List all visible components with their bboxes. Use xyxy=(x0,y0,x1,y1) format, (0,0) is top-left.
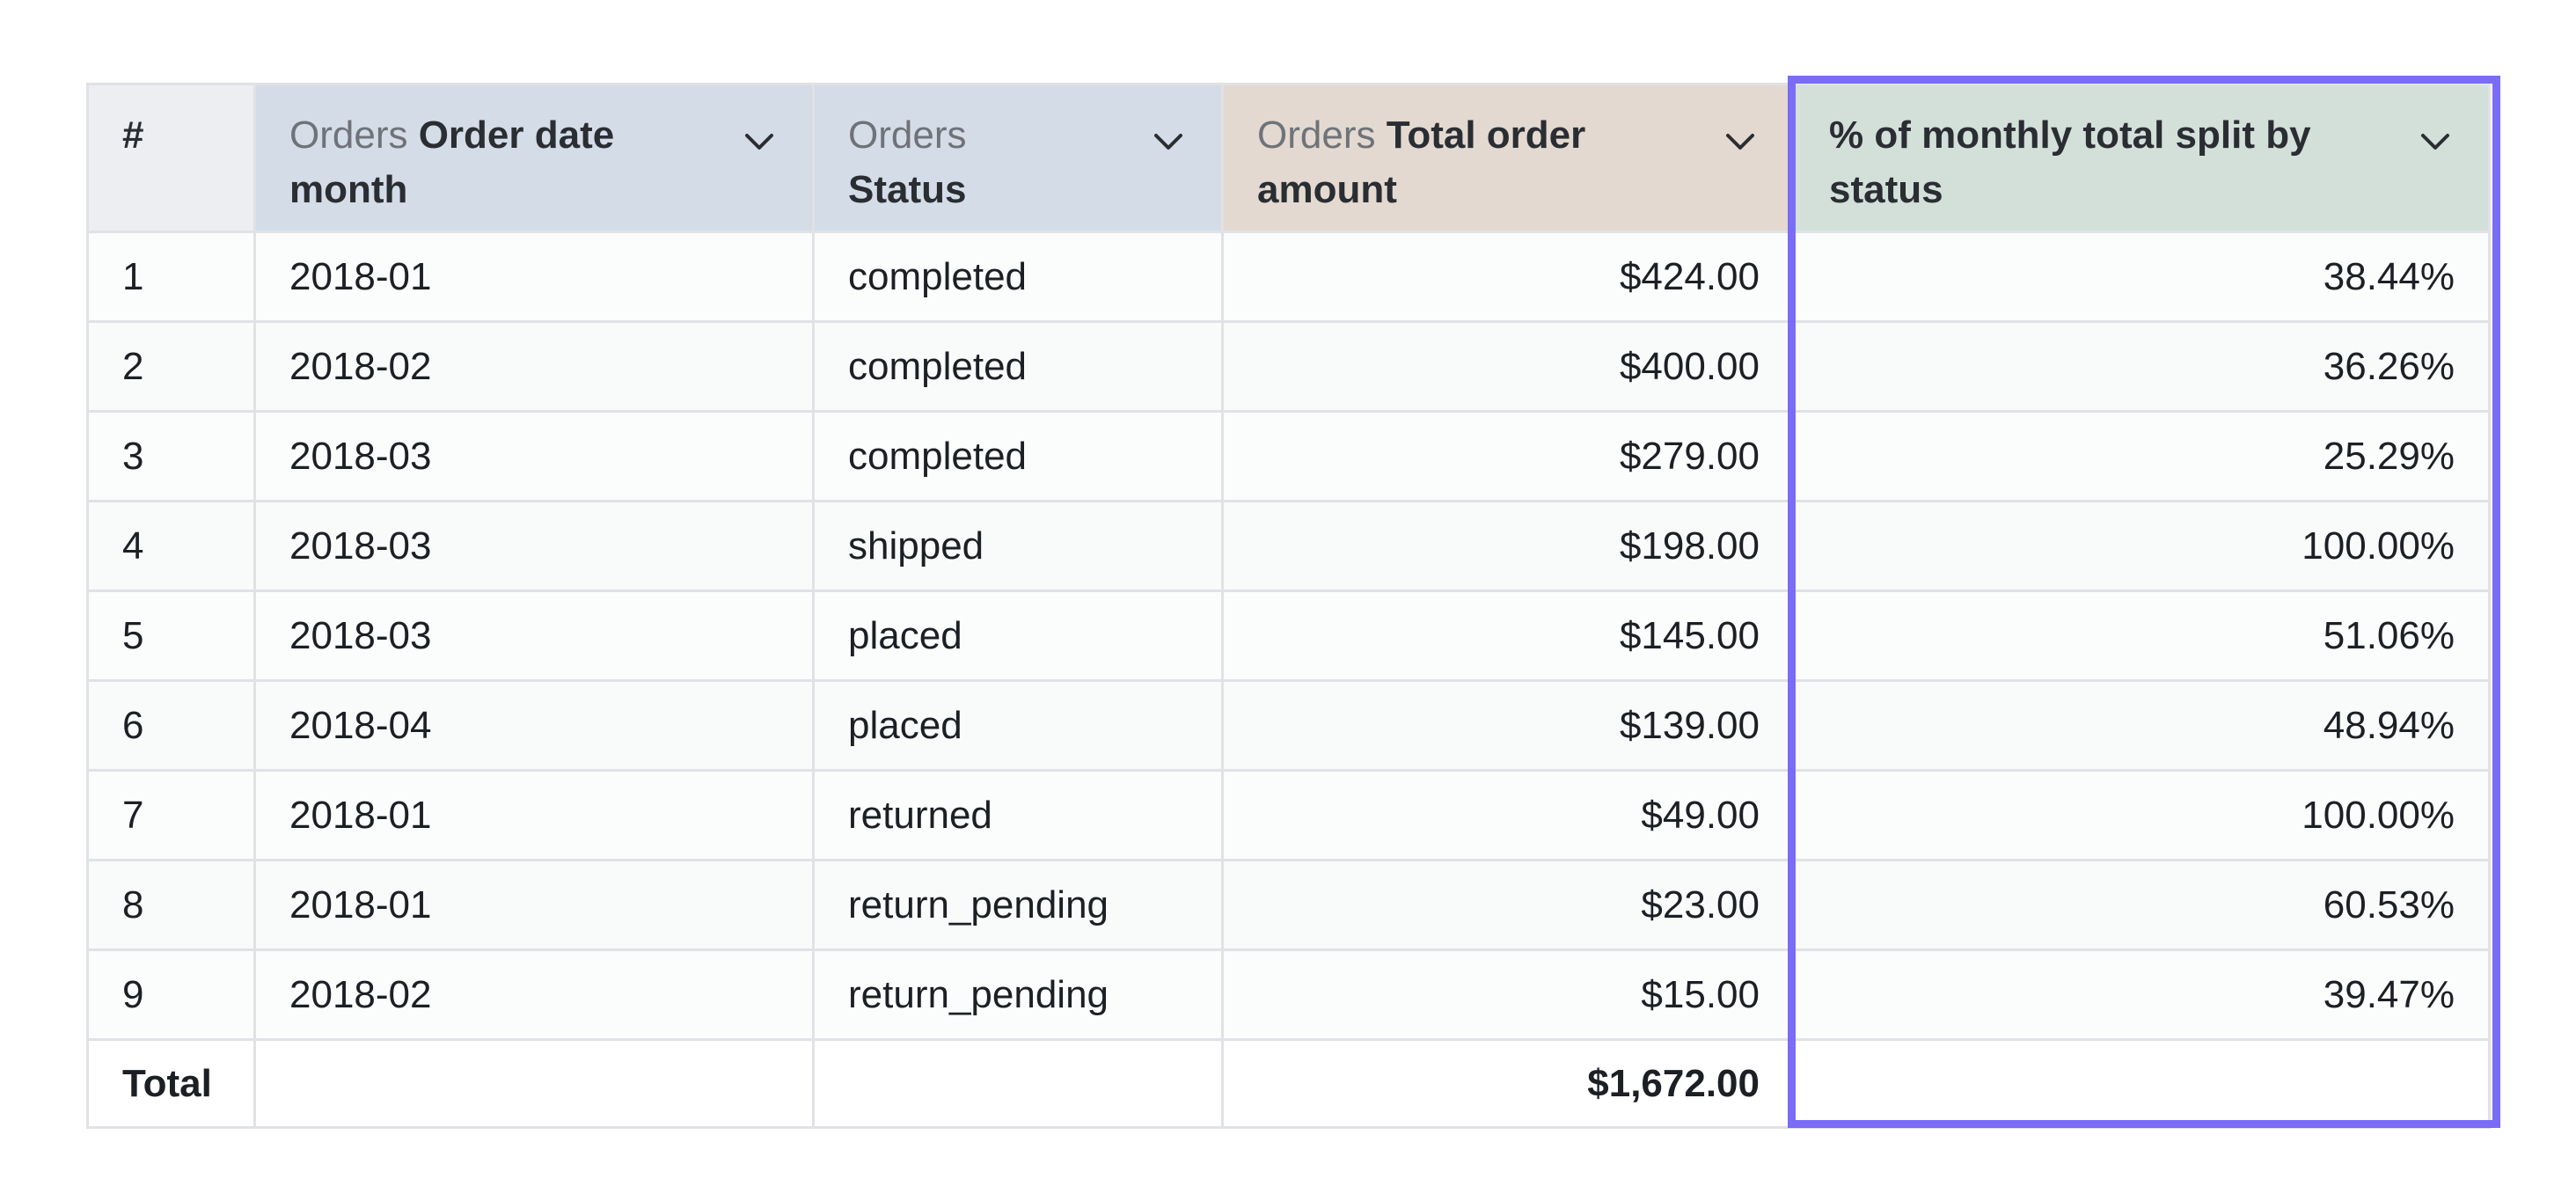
pct-monthly-total-cell[interactable]: 38.44% xyxy=(1793,231,2491,323)
column-header-field-name: Status xyxy=(848,168,967,211)
header-row: # Orders Order date month Orders Status xyxy=(86,83,2491,233)
row-index-cell: 3 xyxy=(86,410,256,502)
pct-monthly-total-cell[interactable]: 51.06% xyxy=(1793,590,2491,682)
order-date-month-cell[interactable]: 2018-03 xyxy=(253,410,815,502)
status-cell[interactable]: return_pending xyxy=(812,948,1224,1041)
column-header-table-name: Orders xyxy=(848,114,967,157)
column-header-table-name: Orders xyxy=(1257,114,1387,157)
order-date-month-cell[interactable]: 2018-01 xyxy=(253,769,815,861)
column-header-order-date-month[interactable]: Orders Order date month xyxy=(253,83,815,233)
table-row: 5 2018-03 placed $145.00 51.06% xyxy=(86,590,2491,682)
row-index-cell: 4 xyxy=(86,500,256,592)
totals-row: Total $1,672.00 xyxy=(86,1038,2491,1129)
total-order-amount-cell[interactable]: $145.00 xyxy=(1221,590,1796,682)
totals-order-amount: $1,672.00 xyxy=(1221,1038,1796,1129)
results-table: # Orders Order date month Orders Status xyxy=(86,83,2491,1129)
row-index-cell: 7 xyxy=(86,769,256,861)
chevron-down-icon[interactable] xyxy=(1151,124,1186,159)
totals-empty-cell xyxy=(812,1038,1224,1129)
pct-monthly-total-cell[interactable]: 48.94% xyxy=(1793,679,2491,772)
table-row: 1 2018-01 completed $424.00 38.44% xyxy=(86,231,2491,323)
column-header-index: # xyxy=(86,83,256,233)
status-cell[interactable]: placed xyxy=(812,679,1224,772)
total-order-amount-cell[interactable]: $139.00 xyxy=(1221,679,1796,772)
chevron-down-icon[interactable] xyxy=(1723,124,1758,159)
chevron-down-icon[interactable] xyxy=(2418,124,2453,159)
total-order-amount-cell[interactable]: $424.00 xyxy=(1221,231,1796,323)
total-order-amount-cell[interactable]: $400.00 xyxy=(1221,320,1796,413)
order-date-month-cell[interactable]: 2018-04 xyxy=(253,679,815,772)
status-cell[interactable]: placed xyxy=(812,590,1224,682)
chevron-down-icon[interactable] xyxy=(742,124,777,159)
table-row: 3 2018-03 completed $279.00 25.29% xyxy=(86,410,2491,502)
status-cell[interactable]: returned xyxy=(812,769,1224,861)
pct-monthly-total-cell[interactable]: 100.00% xyxy=(1793,500,2491,592)
order-date-month-cell[interactable]: 2018-02 xyxy=(253,320,815,413)
total-order-amount-cell[interactable]: $15.00 xyxy=(1221,948,1796,1041)
order-date-month-cell[interactable]: 2018-03 xyxy=(253,590,815,682)
total-order-amount-cell[interactable]: $23.00 xyxy=(1221,859,1796,951)
row-index-cell: 1 xyxy=(86,231,256,323)
column-header-index-label: # xyxy=(122,114,144,157)
order-date-month-cell[interactable]: 2018-01 xyxy=(253,231,815,323)
column-header-pct-monthly-total[interactable]: % of monthly total split by status xyxy=(1793,83,2491,233)
pct-monthly-total-cell[interactable]: 60.53% xyxy=(1793,859,2491,951)
status-cell[interactable]: return_pending xyxy=(812,859,1224,951)
status-cell[interactable]: shipped xyxy=(812,500,1224,592)
totals-empty-cell xyxy=(1793,1038,2491,1129)
pct-monthly-total-cell[interactable]: 36.26% xyxy=(1793,320,2491,413)
order-date-month-cell[interactable]: 2018-03 xyxy=(253,500,815,592)
table-row: 6 2018-04 placed $139.00 48.94% xyxy=(86,679,2491,772)
row-index-cell: 6 xyxy=(86,679,256,772)
table-row: 2 2018-02 completed $400.00 36.26% xyxy=(86,320,2491,413)
status-cell[interactable]: completed xyxy=(812,320,1224,413)
table-row: 4 2018-03 shipped $198.00 100.00% xyxy=(86,500,2491,592)
totals-empty-cell xyxy=(253,1038,815,1129)
column-header-status[interactable]: Orders Status xyxy=(812,83,1224,233)
pct-monthly-total-cell[interactable]: 100.00% xyxy=(1793,769,2491,861)
status-cell[interactable]: completed xyxy=(812,231,1224,323)
row-index-cell: 2 xyxy=(86,320,256,413)
total-order-amount-cell[interactable]: $49.00 xyxy=(1221,769,1796,861)
status-cell[interactable]: completed xyxy=(812,410,1224,502)
total-order-amount-cell[interactable]: $198.00 xyxy=(1221,500,1796,592)
table-row: 8 2018-01 return_pending $23.00 60.53% xyxy=(86,859,2491,951)
total-order-amount-cell[interactable]: $279.00 xyxy=(1221,410,1796,502)
table-row: 7 2018-01 returned $49.00 100.00% xyxy=(86,769,2491,861)
results-table-container: # Orders Order date month Orders Status xyxy=(86,83,2491,1129)
row-index-cell: 9 xyxy=(86,948,256,1041)
order-date-month-cell[interactable]: 2018-01 xyxy=(253,859,815,951)
table-row: 9 2018-02 return_pending $15.00 39.47% xyxy=(86,948,2491,1041)
column-header-total-order-amount[interactable]: Orders Total order amount xyxy=(1221,83,1796,233)
row-index-cell: 8 xyxy=(86,859,256,951)
order-date-month-cell[interactable]: 2018-02 xyxy=(253,948,815,1041)
row-index-cell: 5 xyxy=(86,590,256,682)
pct-monthly-total-cell[interactable]: 25.29% xyxy=(1793,410,2491,502)
column-header-field-name: % of monthly total split by status xyxy=(1829,114,2311,211)
pct-monthly-total-cell[interactable]: 39.47% xyxy=(1793,948,2491,1041)
totals-label: Total xyxy=(86,1038,256,1129)
column-header-table-name: Orders xyxy=(289,114,419,157)
